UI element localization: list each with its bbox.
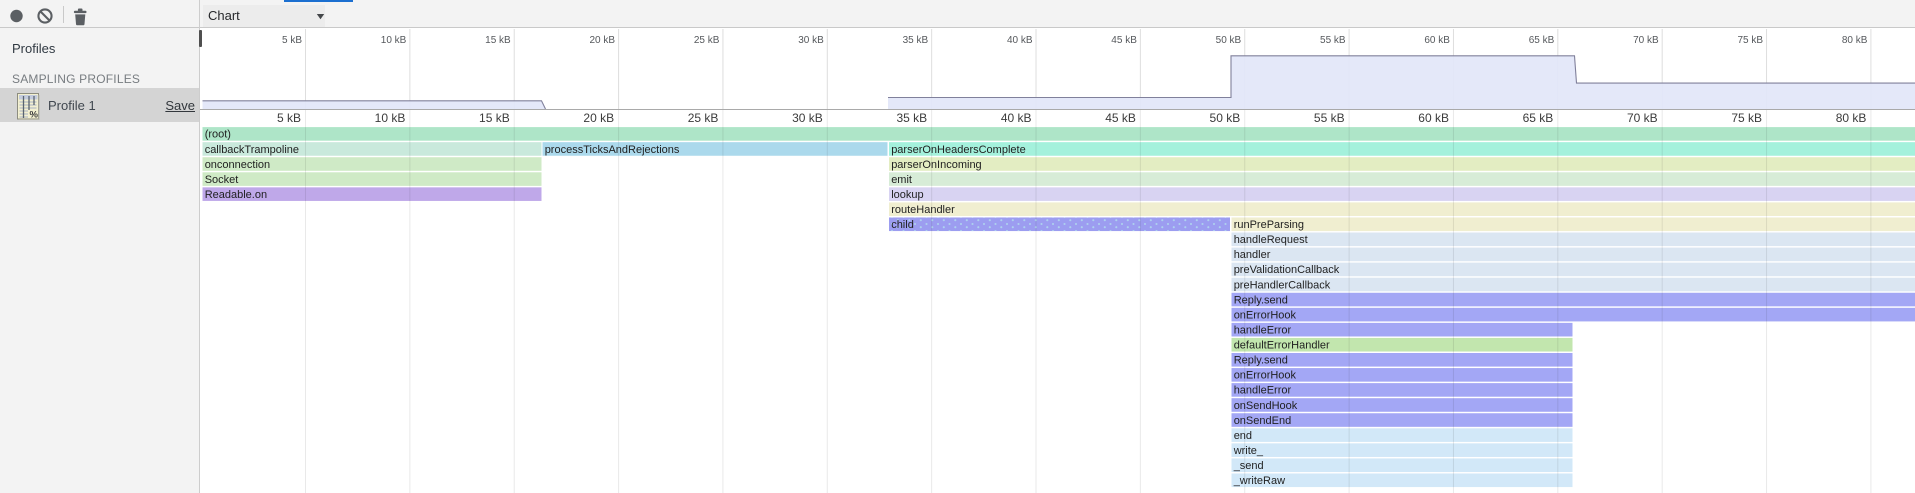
svg-text:defaultErrorHandler: defaultErrorHandler — [1234, 339, 1330, 351]
svg-text:onSendHook: onSendHook — [1234, 399, 1298, 411]
svg-text:35 kB: 35 kB — [903, 34, 929, 45]
svg-text:50 kB: 50 kB — [1216, 34, 1242, 45]
svg-text:onSendEnd: onSendEnd — [1234, 414, 1292, 426]
svg-text:55 kB: 55 kB — [1320, 34, 1346, 45]
svg-text:10 kB: 10 kB — [375, 111, 406, 125]
svg-text:50 kB: 50 kB — [1210, 111, 1241, 125]
svg-text:preValidationCallback: preValidationCallback — [1234, 264, 1340, 276]
svg-text:%: % — [30, 110, 39, 121]
svg-text:write_: write_ — [1233, 444, 1264, 456]
svg-text:child: child — [891, 219, 914, 231]
svg-text:_send: _send — [1233, 460, 1264, 472]
svg-text:45 kB: 45 kB — [1105, 111, 1136, 125]
svg-text:70 kB: 70 kB — [1633, 34, 1659, 45]
svg-text:(root): (root) — [205, 128, 231, 140]
svg-text:Reply.send: Reply.send — [1234, 294, 1288, 306]
svg-text:handleRequest: handleRequest — [1234, 234, 1308, 246]
svg-text:25 kB: 25 kB — [694, 34, 720, 45]
svg-text:routeHandler: routeHandler — [891, 204, 955, 216]
svg-text:45 kB: 45 kB — [1111, 34, 1137, 45]
svg-text:55 kB: 55 kB — [1314, 111, 1345, 125]
svg-text:60 kB: 60 kB — [1424, 34, 1450, 45]
svg-text:30 kB: 30 kB — [798, 34, 824, 45]
svg-text:5 kB: 5 kB — [277, 111, 301, 125]
svg-text:onconnection: onconnection — [205, 158, 270, 170]
svg-text:65 kB: 65 kB — [1523, 111, 1554, 125]
svg-text:handler: handler — [1234, 249, 1271, 261]
svg-text:lookup: lookup — [891, 188, 923, 200]
svg-text:30 kB: 30 kB — [792, 111, 823, 125]
svg-text:Reply.send: Reply.send — [1234, 354, 1288, 366]
svg-text:80 kB: 80 kB — [1842, 34, 1868, 45]
svg-text:handleError: handleError — [1234, 384, 1292, 396]
svg-text:25 kB: 25 kB — [688, 111, 719, 125]
svg-text:65 kB: 65 kB — [1529, 34, 1555, 45]
svg-text:parserOnHeadersComplete: parserOnHeadersComplete — [891, 143, 1026, 155]
svg-text:15 kB: 15 kB — [479, 111, 510, 125]
svg-text:parserOnIncoming: parserOnIncoming — [891, 158, 982, 170]
svg-text:20 kB: 20 kB — [590, 34, 616, 45]
svg-text:end: end — [1234, 429, 1252, 441]
svg-text:40 kB: 40 kB — [1001, 111, 1032, 125]
svg-text:15 kB: 15 kB — [485, 34, 511, 45]
svg-text:processTicksAndRejections: processTicksAndRejections — [545, 143, 680, 155]
svg-text:handleError: handleError — [1234, 324, 1292, 336]
svg-text:callbackTrampoline: callbackTrampoline — [205, 143, 299, 155]
svg-text:runPreParsing: runPreParsing — [1234, 219, 1304, 231]
svg-text:75 kB: 75 kB — [1731, 111, 1762, 125]
svg-text:80 kB: 80 kB — [1836, 111, 1867, 125]
svg-text:40 kB: 40 kB — [1007, 34, 1033, 45]
svg-text:10 kB: 10 kB — [381, 34, 407, 45]
svg-text:5 kB: 5 kB — [282, 34, 302, 45]
svg-text:_writeRaw: _writeRaw — [1233, 475, 1285, 487]
svg-text:70 kB: 70 kB — [1627, 111, 1658, 125]
svg-text:Socket: Socket — [205, 173, 239, 185]
svg-text:20 kB: 20 kB — [583, 111, 614, 125]
svg-text:onErrorHook: onErrorHook — [1234, 369, 1297, 381]
svg-text:emit: emit — [891, 173, 912, 185]
svg-text:75 kB: 75 kB — [1737, 34, 1763, 45]
svg-text:60 kB: 60 kB — [1418, 111, 1449, 125]
svg-text:35 kB: 35 kB — [896, 111, 927, 125]
svg-text:onErrorHook: onErrorHook — [1234, 309, 1297, 321]
svg-text:Readable.on: Readable.on — [205, 188, 267, 200]
svg-text:preHandlerCallback: preHandlerCallback — [1234, 279, 1331, 291]
